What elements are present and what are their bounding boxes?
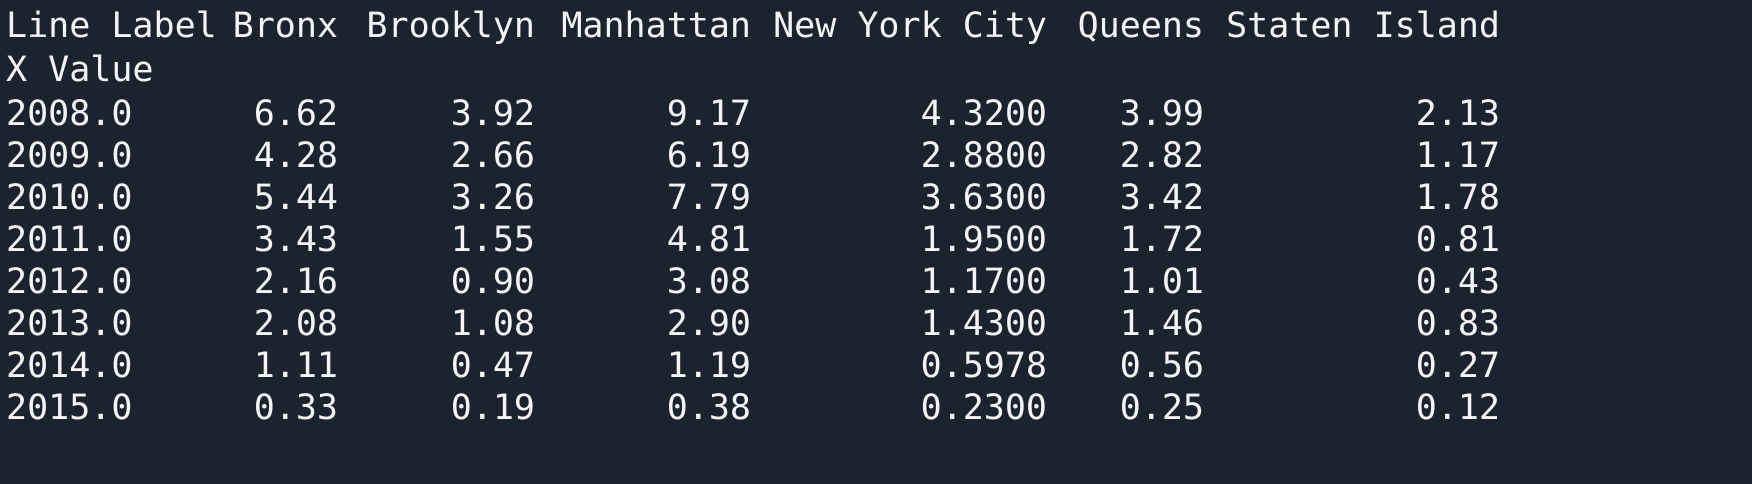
table-cell: 0.19	[450, 388, 535, 428]
table-subheader-row: X Value	[0, 47, 1752, 94]
row-x-value: 2008.0	[6, 94, 133, 134]
table-cell: 1.46	[1119, 304, 1204, 344]
table-cell: 2.08	[253, 304, 338, 344]
table-cell: 0.90	[450, 262, 535, 302]
table-cell: 1.01	[1119, 262, 1204, 302]
table-row: 2008.0 6.62 3.92 9.17 4.3200 3.99 2.13	[0, 91, 1752, 138]
table-row: 2010.0 5.44 3.26 7.79 3.6300 3.42 1.78	[0, 175, 1752, 222]
table-row: 2012.0 2.16 0.90 3.08 1.1700 1.01 0.43	[0, 259, 1752, 306]
index-subheader: X Value	[6, 50, 154, 90]
table-cell: 3.08	[666, 262, 751, 302]
terminal-output: Line Label Bronx Brooklyn Manhattan New Yor…	[0, 0, 1752, 484]
column-header: Staten Island	[1226, 6, 1500, 46]
table-cell: 1.11	[253, 346, 338, 386]
table-row: 2013.0 2.08 1.08 2.90 1.4300 1.46 0.83	[0, 301, 1752, 348]
table-cell: 5.44	[253, 178, 338, 218]
table-cell: 9.17	[666, 94, 751, 134]
row-x-value: 2013.0	[6, 304, 133, 344]
table-cell: 0.83	[1415, 304, 1500, 344]
table-cell: 1.1700	[920, 262, 1047, 302]
table-cell: 0.38	[666, 388, 751, 428]
table-row: 2015.0 0.33 0.19 0.38 0.2300 0.25 0.12	[0, 385, 1752, 432]
table-cell: 2.8800	[920, 136, 1047, 176]
row-x-value: 2014.0	[6, 346, 133, 386]
table-cell: 0.47	[450, 346, 535, 386]
table-cell: 1.55	[450, 220, 535, 260]
table-cell: 4.28	[253, 136, 338, 176]
table-cell: 1.78	[1415, 178, 1500, 218]
row-x-value: 2012.0	[6, 262, 133, 302]
table-cell: 2.16	[253, 262, 338, 302]
table-cell: 4.3200	[920, 94, 1047, 134]
table-row: 2014.0 1.11 0.47 1.19 0.5978 0.56 0.27	[0, 343, 1752, 390]
table-cell: 2.90	[666, 304, 751, 344]
table-cell: 2.66	[450, 136, 535, 176]
row-x-value: 2011.0	[6, 220, 133, 260]
table-cell: 1.9500	[920, 220, 1047, 260]
table-cell: 3.43	[253, 220, 338, 260]
table-row: 2009.0 4.28 2.66 6.19 2.8800 2.82 1.17	[0, 133, 1752, 180]
table-cell: 1.08	[450, 304, 535, 344]
table-cell: 3.6300	[920, 178, 1047, 218]
table-cell: 0.25	[1119, 388, 1204, 428]
table-cell: 0.43	[1415, 262, 1500, 302]
column-header: Bronx	[232, 6, 338, 46]
table-row: 2011.0 3.43 1.55 4.81 1.9500 1.72 0.81	[0, 217, 1752, 264]
table-cell: 1.4300	[920, 304, 1047, 344]
index-header: Line Label	[6, 6, 217, 46]
table-cell: 0.56	[1119, 346, 1204, 386]
table-cell: 2.13	[1415, 94, 1500, 134]
table-cell: 3.42	[1119, 178, 1204, 218]
table-cell: 6.62	[253, 94, 338, 134]
table-cell: 0.27	[1415, 346, 1500, 386]
row-x-value: 2015.0	[6, 388, 133, 428]
table-cell: 3.99	[1119, 94, 1204, 134]
column-header: Queens	[1077, 6, 1204, 46]
table-cell: 3.92	[450, 94, 535, 134]
table-cell: 0.5978	[920, 346, 1047, 386]
table-header-row: Line Label Bronx Brooklyn Manhattan New Yor…	[0, 3, 1752, 50]
column-header: Brooklyn	[366, 6, 535, 46]
table-cell: 0.2300	[920, 388, 1047, 428]
row-x-value: 2009.0	[6, 136, 133, 176]
table-cell: 7.79	[666, 178, 751, 218]
table-cell: 2.82	[1119, 136, 1204, 176]
table-cell: 0.33	[253, 388, 338, 428]
table-cell: 1.19	[666, 346, 751, 386]
table-cell: 0.81	[1415, 220, 1500, 260]
column-header: New York City	[773, 6, 1047, 46]
column-header: Manhattan	[561, 6, 751, 46]
table-cell: 6.19	[666, 136, 751, 176]
table-cell: 1.72	[1119, 220, 1204, 260]
table-cell: 0.12	[1415, 388, 1500, 428]
row-x-value: 2010.0	[6, 178, 133, 218]
table-cell: 1.17	[1415, 136, 1500, 176]
table-cell: 3.26	[450, 178, 535, 218]
table-cell: 4.81	[666, 220, 751, 260]
